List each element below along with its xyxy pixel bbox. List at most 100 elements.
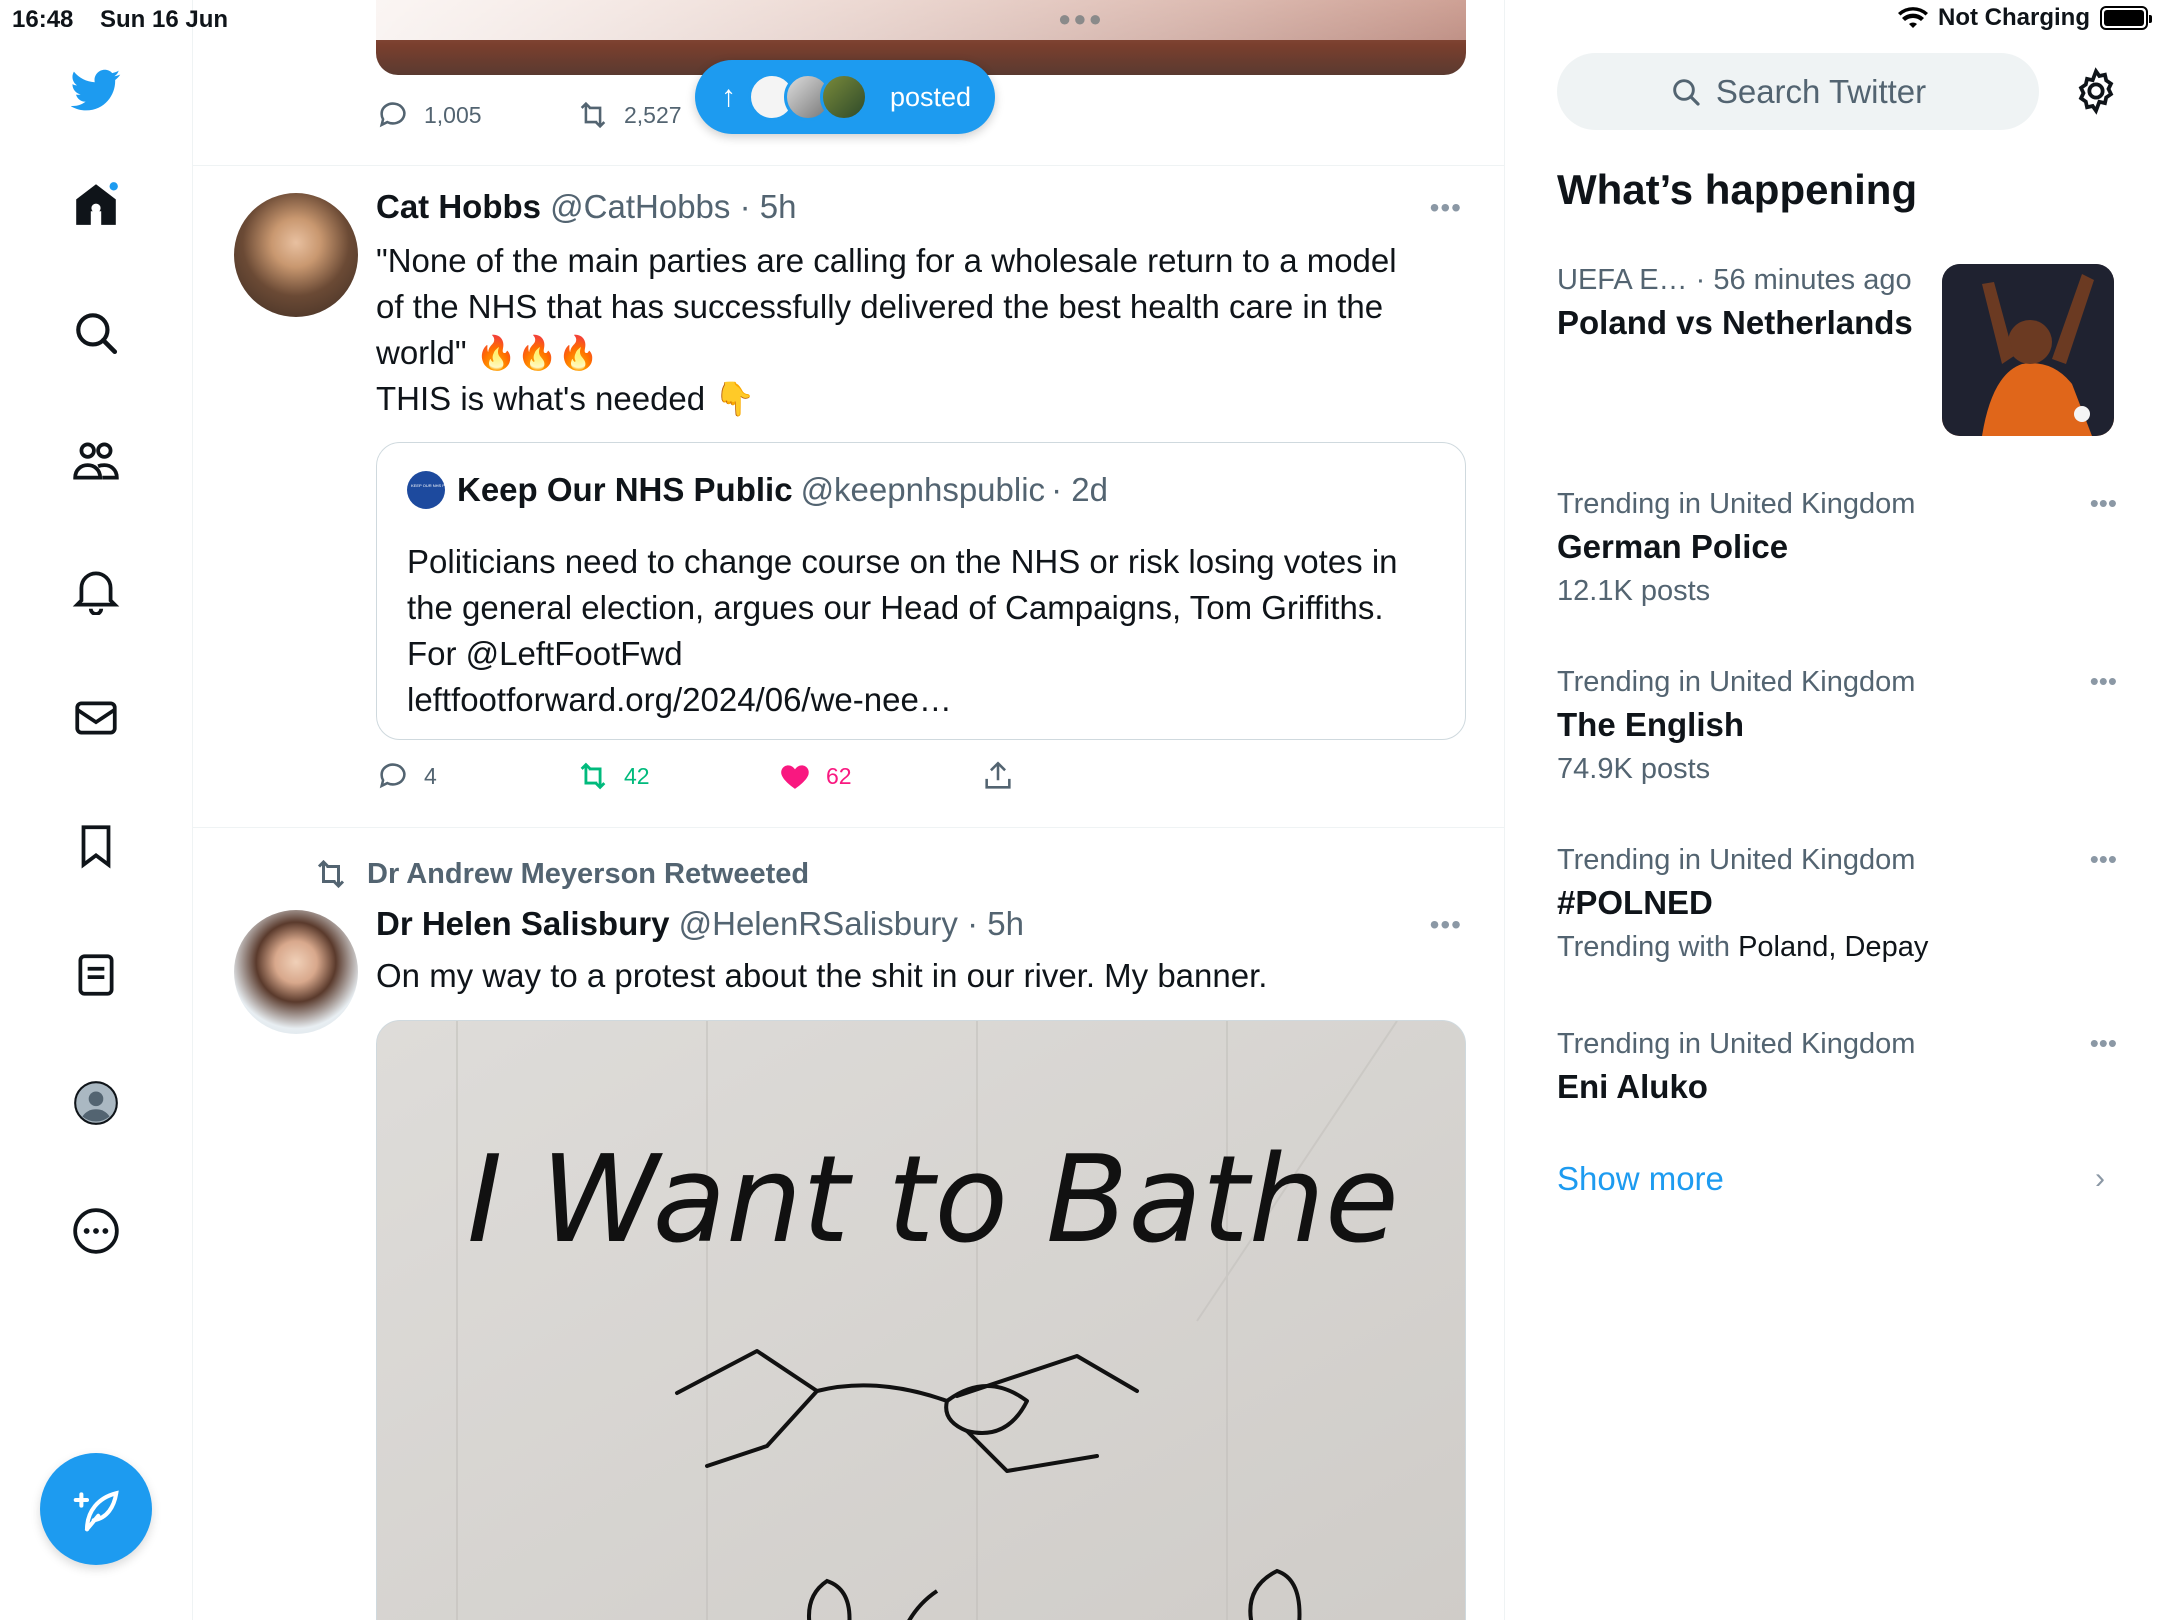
quoted-tweet-header: Keep Our NHS Public @keepnhspublic · 2d bbox=[407, 471, 1108, 509]
banner-drawing: I Want to Bathe bbox=[377, 1021, 1465, 1620]
author-name[interactable]: Cat Hobbs bbox=[376, 188, 541, 225]
avatar bbox=[820, 73, 868, 121]
posted-label: posted bbox=[890, 81, 972, 112]
tweet-time: · 5h bbox=[739, 188, 797, 225]
twitter-logo-icon[interactable] bbox=[68, 62, 124, 118]
retweet-icon bbox=[580, 762, 606, 790]
quoted-text-line: Politicians need to change course on the… bbox=[407, 543, 1398, 580]
more-options-icon[interactable]: ••• bbox=[1430, 192, 1462, 224]
trend-meta: Trending in United Kingdom bbox=[1557, 844, 1916, 876]
trend-count: Trending with Poland, Depay bbox=[1557, 931, 2117, 964]
quoted-tweet-text: Politicians need to change course on the… bbox=[407, 539, 1447, 723]
retweet-icon bbox=[317, 859, 345, 889]
trend-meta: Trending in United Kingdom bbox=[1557, 1028, 1916, 1060]
profile-icon[interactable] bbox=[68, 1075, 124, 1131]
trend-title: German Police bbox=[1557, 528, 1789, 565]
avatar bbox=[407, 471, 445, 509]
author-handle[interactable]: @CatHobbs bbox=[550, 188, 730, 225]
tweet-text: On my way to a protest about the shit in… bbox=[376, 957, 1268, 994]
author-handle[interactable]: @HelenRSalisbury bbox=[679, 905, 958, 942]
status-bar: 16:48 Sun 16 Jun ●●● Not Charging bbox=[0, 0, 2160, 40]
reply-button[interactable]: 4 bbox=[376, 759, 437, 793]
trend-more-icon[interactable]: ••• bbox=[2090, 1028, 2117, 1059]
retweet-button[interactable]: 42 bbox=[576, 759, 650, 793]
whats-happening-heading: What’s happening bbox=[1557, 166, 1918, 213]
trend-title: Eni Aluko bbox=[1557, 1068, 1708, 1105]
compose-button[interactable] bbox=[40, 1453, 152, 1565]
retweet-button[interactable]: 2,527 bbox=[576, 98, 682, 132]
chevron-right-icon[interactable]: › bbox=[2095, 1162, 2105, 1196]
trend-more-icon[interactable]: ••• bbox=[2090, 488, 2117, 519]
retweet-context-label[interactable]: Dr Andrew Meyerson Retweeted bbox=[367, 858, 809, 891]
retweet-count: 2,527 bbox=[624, 101, 682, 128]
trend-count: 74.9K posts bbox=[1557, 753, 1711, 785]
reply-button[interactable]: 1,005 bbox=[376, 98, 482, 132]
share-button[interactable] bbox=[981, 759, 1015, 793]
show-more-link[interactable]: Show more bbox=[1557, 1160, 1724, 1198]
heart-icon bbox=[781, 765, 809, 789]
divider bbox=[193, 165, 1504, 166]
communities-icon[interactable] bbox=[68, 433, 124, 489]
trend-title: #POLNED bbox=[1557, 884, 1713, 921]
search-input[interactable]: Search Twitter bbox=[1557, 53, 2039, 130]
quoted-text-line: For @LeftFootFwd bbox=[407, 635, 683, 672]
trend-meta: UEFA E… · 56 minutes ago bbox=[1557, 264, 1912, 296]
retweet-count: 42 bbox=[624, 762, 650, 789]
trend-item[interactable]: UEFA E… · 56 minutes ago Poland vs Nethe… bbox=[1557, 264, 1937, 343]
trend-more-icon[interactable]: ••• bbox=[2090, 666, 2117, 697]
like-count: 62 bbox=[826, 762, 852, 789]
reply-icon bbox=[379, 763, 406, 789]
battery-icon bbox=[2100, 6, 2152, 30]
trend-image[interactable] bbox=[1942, 264, 2114, 436]
status-time: 16:48 bbox=[12, 6, 74, 33]
search-icon[interactable] bbox=[68, 305, 124, 361]
quoted-tweet[interactable]: Keep Our NHS Public @keepnhspublic · 2d … bbox=[376, 442, 1466, 740]
banner-text: I Want to Bathe bbox=[467, 1131, 1399, 1270]
like-button[interactable]: 62 bbox=[778, 759, 852, 793]
compose-icon bbox=[73, 1490, 119, 1532]
avatar[interactable] bbox=[234, 910, 358, 1034]
home-icon[interactable] bbox=[68, 176, 124, 232]
tweet-image[interactable]: I Want to Bathe bbox=[376, 1020, 1466, 1620]
retweet-icon bbox=[580, 101, 606, 129]
more-options-icon[interactable]: ••• bbox=[1430, 909, 1462, 941]
trend-title: The English bbox=[1557, 706, 1745, 743]
retweet-context: Dr Andrew Meyerson Retweeted bbox=[313, 856, 809, 892]
messages-icon[interactable] bbox=[68, 690, 124, 746]
author-name[interactable]: Dr Helen Salisbury bbox=[376, 905, 669, 942]
trend-item[interactable]: Trending in United Kingdom Eni Aluko ••• bbox=[1557, 1028, 2117, 1107]
reply-count: 1,005 bbox=[424, 101, 482, 128]
bookmarks-icon[interactable] bbox=[68, 818, 124, 874]
reply-count: 4 bbox=[424, 762, 437, 789]
status-date: Sun 16 Jun bbox=[100, 6, 229, 33]
tweet-header: Dr Helen Salisbury @HelenRSalisbury · 5h bbox=[376, 905, 1024, 943]
tweet-text-line: "None of the main parties are calling fo… bbox=[376, 242, 1397, 279]
more-icon[interactable] bbox=[68, 1203, 124, 1259]
quoted-author-name: Keep Our NHS Public bbox=[457, 471, 793, 508]
trend-meta: Trending in United Kingdom bbox=[1557, 488, 1916, 520]
new-posts-pill[interactable]: ↑ posted bbox=[695, 60, 995, 134]
quoted-link[interactable]: leftfootforward.org/2024/06/we-nee… bbox=[407, 677, 1447, 723]
notifications-icon[interactable] bbox=[68, 562, 124, 618]
trend-count-prefix: Trending with bbox=[1557, 931, 1731, 963]
tweet-time: · 5h bbox=[967, 905, 1024, 942]
tweet-header: Cat Hobbs @CatHobbs · 5h bbox=[376, 188, 796, 226]
tweet-text-line: THIS is what's needed 👇 bbox=[376, 380, 756, 417]
lists-icon[interactable] bbox=[68, 947, 124, 1003]
quoted-tweet-time: · 2d bbox=[1051, 471, 1108, 508]
left-navigation bbox=[0, 0, 193, 1620]
settings-gear-icon[interactable] bbox=[2071, 66, 2121, 116]
trend-item[interactable]: Trending in United Kingdom The English 7… bbox=[1557, 666, 2117, 786]
trend-item[interactable]: Trending in United Kingdom #POLNED Trend… bbox=[1557, 844, 2117, 964]
wifi-icon bbox=[1898, 7, 1929, 28]
search-placeholder: Search Twitter bbox=[1715, 72, 1927, 110]
timeline[interactable]: 1,005 2,527 ↑ posted Cat Hobbs @CatHobbs… bbox=[193, 0, 1505, 1620]
search-icon bbox=[1673, 78, 1700, 106]
avatar[interactable] bbox=[234, 193, 358, 317]
trend-more-icon[interactable]: ••• bbox=[2090, 844, 2117, 875]
divider bbox=[193, 827, 1504, 828]
trend-item[interactable]: Trending in United Kingdom German Police… bbox=[1557, 488, 2117, 608]
tweet-text-line: world" 🔥🔥🔥 bbox=[376, 334, 600, 371]
arrow-up-icon: ↑ bbox=[721, 80, 736, 113]
multitasking-dots-icon[interactable]: ●●● bbox=[1058, 6, 1104, 32]
